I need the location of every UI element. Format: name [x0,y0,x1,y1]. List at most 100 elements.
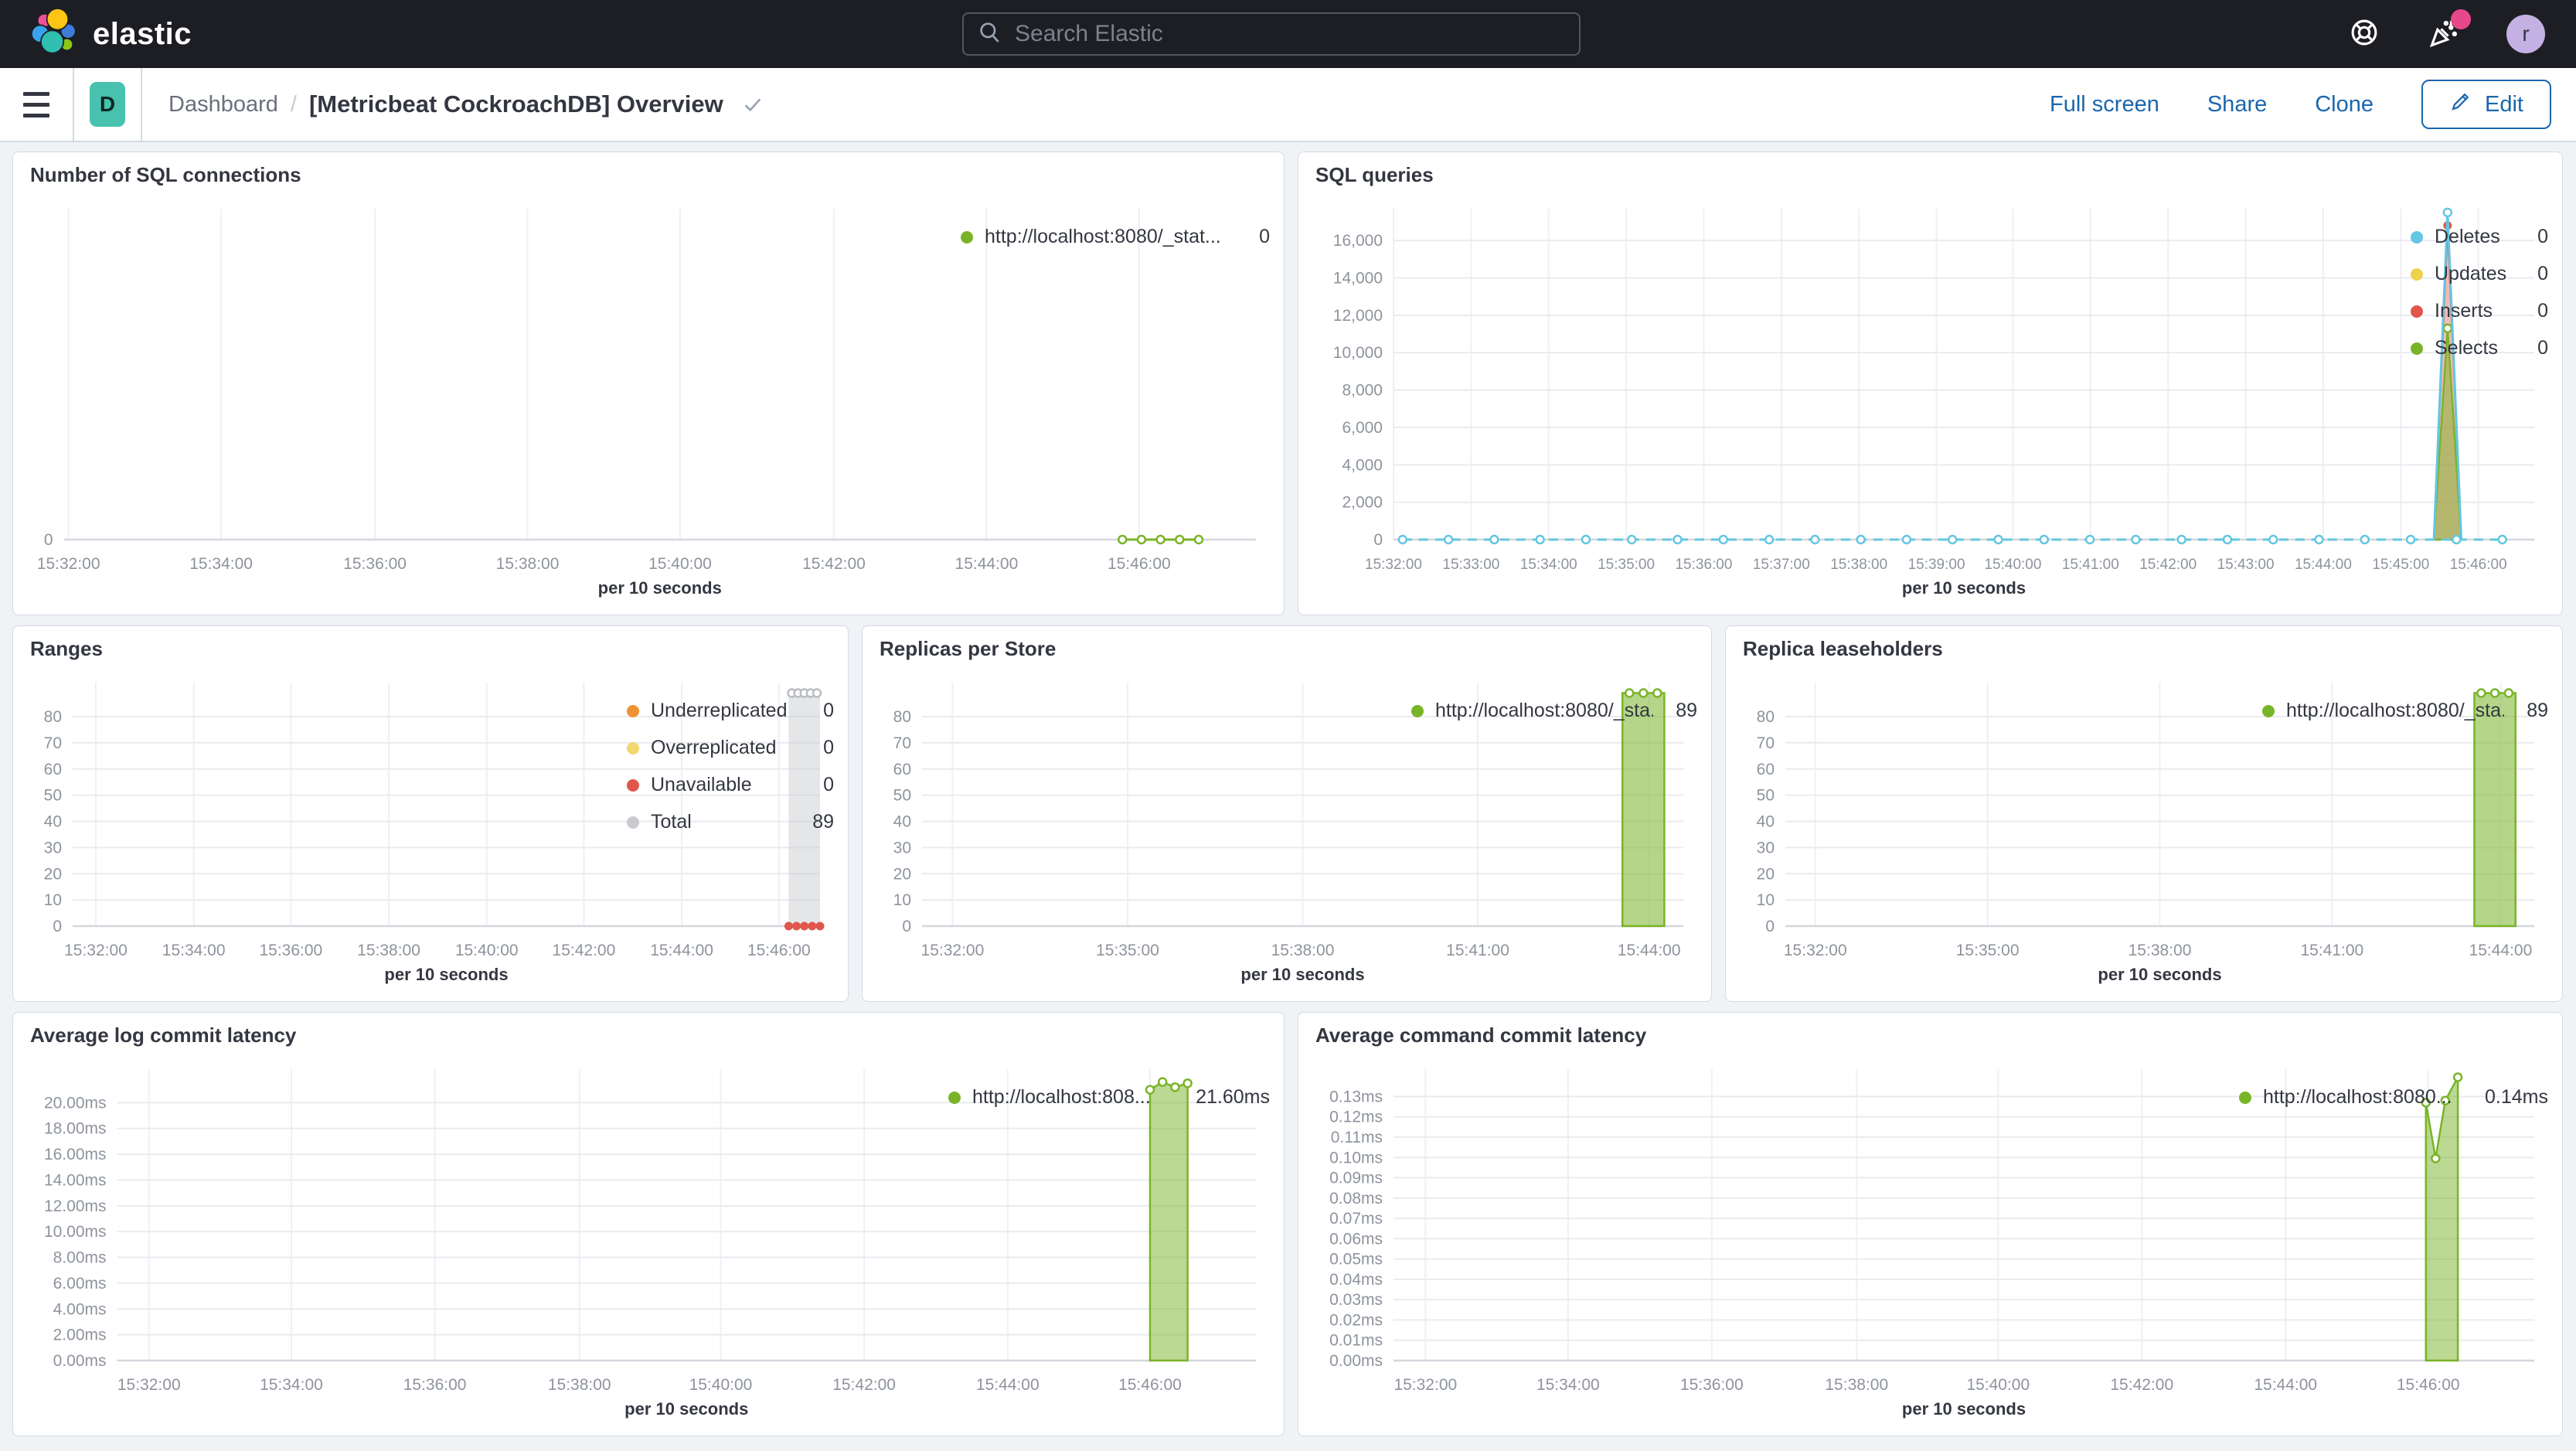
chart-ranges[interactable]: 15:32:00 15:34:00 15:36:00 15:38:00 15:40:00… [27,662,825,991]
user-avatar[interactable]: r [2506,15,2545,53]
svg-text:80: 80 [44,708,62,726]
global-search[interactable] [962,12,1581,56]
dashboard-grid: Number of SQL connections 15:32:00 15:34:… [0,142,2576,1436]
legend-item[interactable]: http://localhost:8080/_sta... 89 [1411,700,1697,722]
legend-label: Overreplicated [651,737,777,758]
share-button[interactable]: Share [2207,92,2267,118]
svg-text:15:36:00: 15:36:00 [259,942,322,959]
svg-text:0.13ms: 0.13ms [1329,1088,1383,1105]
legend-color-dot [948,1091,961,1104]
svg-text:15:40:00: 15:40:00 [689,1376,753,1394]
edit-button[interactable]: Edit [2421,80,2551,129]
legend-color-dot [2411,342,2423,355]
chart-legend: http://localhost:8080/_sta... 89 [2262,662,2548,991]
legend-value: 0 [823,737,834,758]
menu-button[interactable] [0,91,73,118]
chart-sql-queries[interactable]: 15:32:00 15:33:00 15:34:00 15:35:00 15:36:00… [1312,189,2534,605]
svg-text:10: 10 [893,891,911,909]
panel-title: Average command commit latency [1315,1024,1647,1047]
svg-text:per 10 seconds: per 10 seconds [1902,1399,2026,1419]
legend-item[interactable]: http://localhost:8080/_stat... 0 [961,226,1270,248]
legend-item[interactable]: Selects 0 [2411,337,2548,359]
svg-text:15:38:00: 15:38:00 [1830,557,1887,573]
elastic-brand[interactable]: elastic [31,7,192,60]
legend-item[interactable]: Unavailable 0 [627,774,834,796]
hamburger-icon [23,91,49,118]
svg-text:16.00ms: 16.00ms [44,1146,107,1163]
legend-label: Unavailable [651,774,752,795]
clone-button[interactable]: Clone [2315,92,2374,118]
dashboard-app-badge[interactable]: D [90,82,125,127]
legend-value: 0 [823,774,834,795]
chart-replicas-per-store[interactable]: 15:32:00 15:35:00 15:38:00 15:41:00 15:44:00… [876,662,1683,991]
svg-text:40: 40 [44,813,62,831]
svg-text:8,000: 8,000 [1342,382,1383,400]
title-check-icon[interactable] [740,92,765,117]
svg-text:2,000: 2,000 [1342,494,1383,512]
chart-average-log-commit-latency[interactable]: 15:32:00 15:34:00 15:36:00 15:38:00 15:40:00… [27,1049,1256,1425]
svg-text:15:34:00: 15:34:00 [162,942,226,959]
svg-text:30: 30 [1757,839,1775,857]
svg-text:15:43:00: 15:43:00 [2217,557,2275,573]
svg-text:15:32:00: 15:32:00 [37,555,100,573]
legend-item[interactable]: Inserts 0 [2411,300,2548,322]
legend-item[interactable]: Deletes 0 [2411,226,2548,248]
help-button[interactable] [2346,15,2383,53]
svg-text:4.00ms: 4.00ms [53,1300,107,1318]
legend-item[interactable]: Overreplicated 0 [627,737,834,759]
whats-new-button[interactable] [2426,9,2471,53]
legend-label: http://localhost:8080... [2263,1086,2452,1108]
legend-item[interactable]: Updates 0 [2411,263,2548,285]
svg-text:70: 70 [44,734,62,752]
svg-text:15:32:00: 15:32:00 [1365,557,1422,573]
pencil-icon [2449,90,2472,119]
legend-item[interactable]: http://localhost:8080... 0.14ms [2239,1086,2548,1109]
svg-text:0.07ms: 0.07ms [1329,1210,1383,1228]
legend-color-dot [961,230,973,244]
full-screen-button[interactable]: Full screen [2050,92,2159,118]
chart-legend: http://localhost:808... 21.60ms [948,1049,1270,1425]
chart-legend: Deletes 0 Updates 0 Inserts 0 Selects 0 [2411,189,2548,605]
legend-item[interactable]: http://localhost:8080/_sta... 89 [2262,700,2548,722]
svg-text:per 10 seconds: per 10 seconds [1902,578,2026,598]
svg-text:15:32:00: 15:32:00 [117,1376,181,1394]
svg-text:15:36:00: 15:36:00 [403,1376,467,1394]
panel-replica-leaseholders: Replica leaseholders 15:32:00 15:35:00 15:… [1725,625,2563,1002]
legend-item[interactable]: Total 89 [627,811,834,833]
panel-title: Replica leaseholders [1743,637,1943,660]
svg-text:60: 60 [44,761,62,778]
legend-value: 21.60ms [1196,1086,1270,1108]
legend-item[interactable]: Underreplicated 0 [627,700,834,722]
svg-text:15:38:00: 15:38:00 [1271,942,1335,959]
svg-text:30: 30 [44,839,62,857]
legend-value: 0 [2537,300,2548,322]
svg-text:6,000: 6,000 [1342,419,1383,437]
svg-text:15:32:00: 15:32:00 [64,942,128,959]
legend-label: Total [651,811,692,833]
svg-text:40: 40 [1757,813,1775,831]
legend-value: 0 [823,700,834,721]
svg-text:15:36:00: 15:36:00 [1675,557,1732,573]
svg-text:15:41:00: 15:41:00 [2062,557,2119,573]
breadcrumb-dashboard-link[interactable]: Dashboard [168,92,278,118]
chart-legend: http://localhost:8080/_sta... 89 [1411,662,1697,991]
chart-average-command-commit-latency[interactable]: 15:32:00 15:34:00 15:36:00 15:38:00 15:40:00… [1312,1049,2534,1425]
legend-value: 89 [812,811,834,833]
svg-text:15:34:00: 15:34:00 [1536,1376,1600,1394]
legend-label: Inserts [2435,300,2493,322]
svg-text:0.03ms: 0.03ms [1329,1291,1383,1309]
svg-text:15:35:00: 15:35:00 [1598,557,1655,573]
svg-text:0.00ms: 0.00ms [53,1352,107,1370]
legend-item[interactable]: http://localhost:808... 21.60ms [948,1086,1270,1109]
search-input[interactable] [1013,20,1565,48]
chart-replica-leaseholders[interactable]: 15:32:00 15:35:00 15:38:00 15:41:00 15:44:00… [1740,662,2534,991]
svg-text:10.00ms: 10.00ms [44,1223,107,1241]
chart-number-of-sql-connections[interactable]: 15:32:00 15:34:00 15:36:00 15:38:00 15:40:00… [27,189,1256,605]
svg-text:20: 20 [44,865,62,883]
svg-text:6.00ms: 6.00ms [53,1275,107,1293]
svg-text:15:34:00: 15:34:00 [1520,557,1577,573]
legend-label: http://localhost:8080/_stat... [985,226,1221,247]
svg-text:2.00ms: 2.00ms [53,1327,107,1344]
svg-text:15:42:00: 15:42:00 [802,555,866,573]
svg-text:70: 70 [893,734,911,752]
